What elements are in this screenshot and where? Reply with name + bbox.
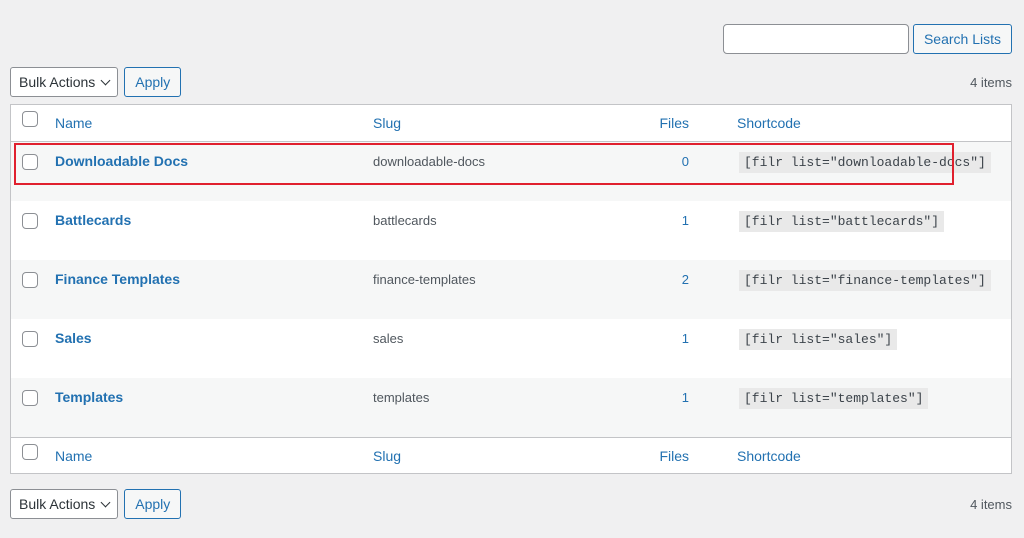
table-row: Finance Templates finance-templates 2 [f… [11,260,1011,319]
search-box: Search Lists [722,24,1012,54]
list-slug: downloadable-docs [373,154,486,169]
list-name-link[interactable]: Finance Templates [55,271,180,287]
list-shortcode: [filr list="finance-templates"] [739,270,991,291]
column-header-shortcode[interactable]: Shortcode [737,115,801,131]
table-row: Templates templates 1 [filr list="templa… [11,378,1011,437]
list-shortcode: [filr list="downloadable-docs"] [739,152,991,173]
table-row: Sales sales 1 [filr list="sales"] [11,319,1011,378]
column-footer-slug[interactable]: Slug [373,448,401,464]
list-files-count[interactable]: 1 [583,331,689,346]
search-input[interactable] [722,24,909,54]
list-slug: battlecards [373,213,437,228]
list-files-count[interactable]: 1 [583,213,689,228]
item-count-bottom: 4 items [970,496,1012,512]
bulk-actions-label: Bulk Actions [19,74,96,90]
list-name-link[interactable]: Battlecards [55,212,131,228]
list-name-link[interactable]: Templates [55,389,123,405]
row-checkbox[interactable] [22,331,38,347]
select-all-checkbox[interactable] [22,111,38,127]
row-checkbox[interactable] [22,154,38,170]
row-checkbox[interactable] [22,213,38,229]
column-header-files[interactable]: Files [659,115,689,131]
search-lists-button[interactable]: Search Lists [912,24,1012,54]
table-footer: Name Slug Files Shortcode [11,437,1011,473]
list-shortcode: [filr list="templates"] [739,388,929,409]
list-slug: sales [373,331,404,346]
lists-table: Name Slug Files Shortcode Downloadable D… [10,104,1012,474]
bulk-actions-select-bottom[interactable]: Bulk Actions [10,489,119,519]
column-footer-name[interactable]: Name [55,448,92,464]
apply-button[interactable]: Apply [124,67,182,97]
list-shortcode: [filr list="sales"] [739,329,898,350]
tablenav-bottom: Bulk Actions Apply 4 items [10,488,1012,520]
bulk-actions-select[interactable]: Bulk Actions [10,67,119,97]
select-all-checkbox-footer[interactable] [22,443,38,460]
table-row: Battlecards battlecards 1 [filr list="ba… [11,201,1011,260]
list-slug: templates [373,390,430,405]
chevron-down-icon [100,75,111,85]
column-footer-files[interactable]: Files [659,448,689,464]
table-row: Downloadable Docs downloadable-docs 0 [f… [11,142,1011,201]
chevron-down-icon [100,497,111,507]
row-checkbox[interactable] [22,390,38,406]
row-checkbox[interactable] [22,272,38,288]
list-files-count[interactable]: 2 [583,272,689,287]
column-footer-shortcode[interactable]: Shortcode [737,448,801,464]
column-header-name[interactable]: Name [55,115,92,131]
list-name-link[interactable]: Downloadable Docs [55,153,188,169]
table-header: Name Slug Files Shortcode [11,105,1011,142]
bulk-actions-label: Bulk Actions [19,496,96,512]
list-shortcode: [filr list="battlecards"] [739,211,945,232]
list-name-link[interactable]: Sales [55,330,92,346]
item-count: 4 items [970,74,1012,90]
list-slug: finance-templates [373,272,476,287]
tablenav-top: Bulk Actions Apply 4 items [10,66,1012,98]
apply-button-bottom[interactable]: Apply [124,489,182,519]
list-files-count[interactable]: 1 [583,390,689,405]
list-files-count[interactable]: 0 [583,154,689,169]
column-header-slug[interactable]: Slug [373,115,401,131]
